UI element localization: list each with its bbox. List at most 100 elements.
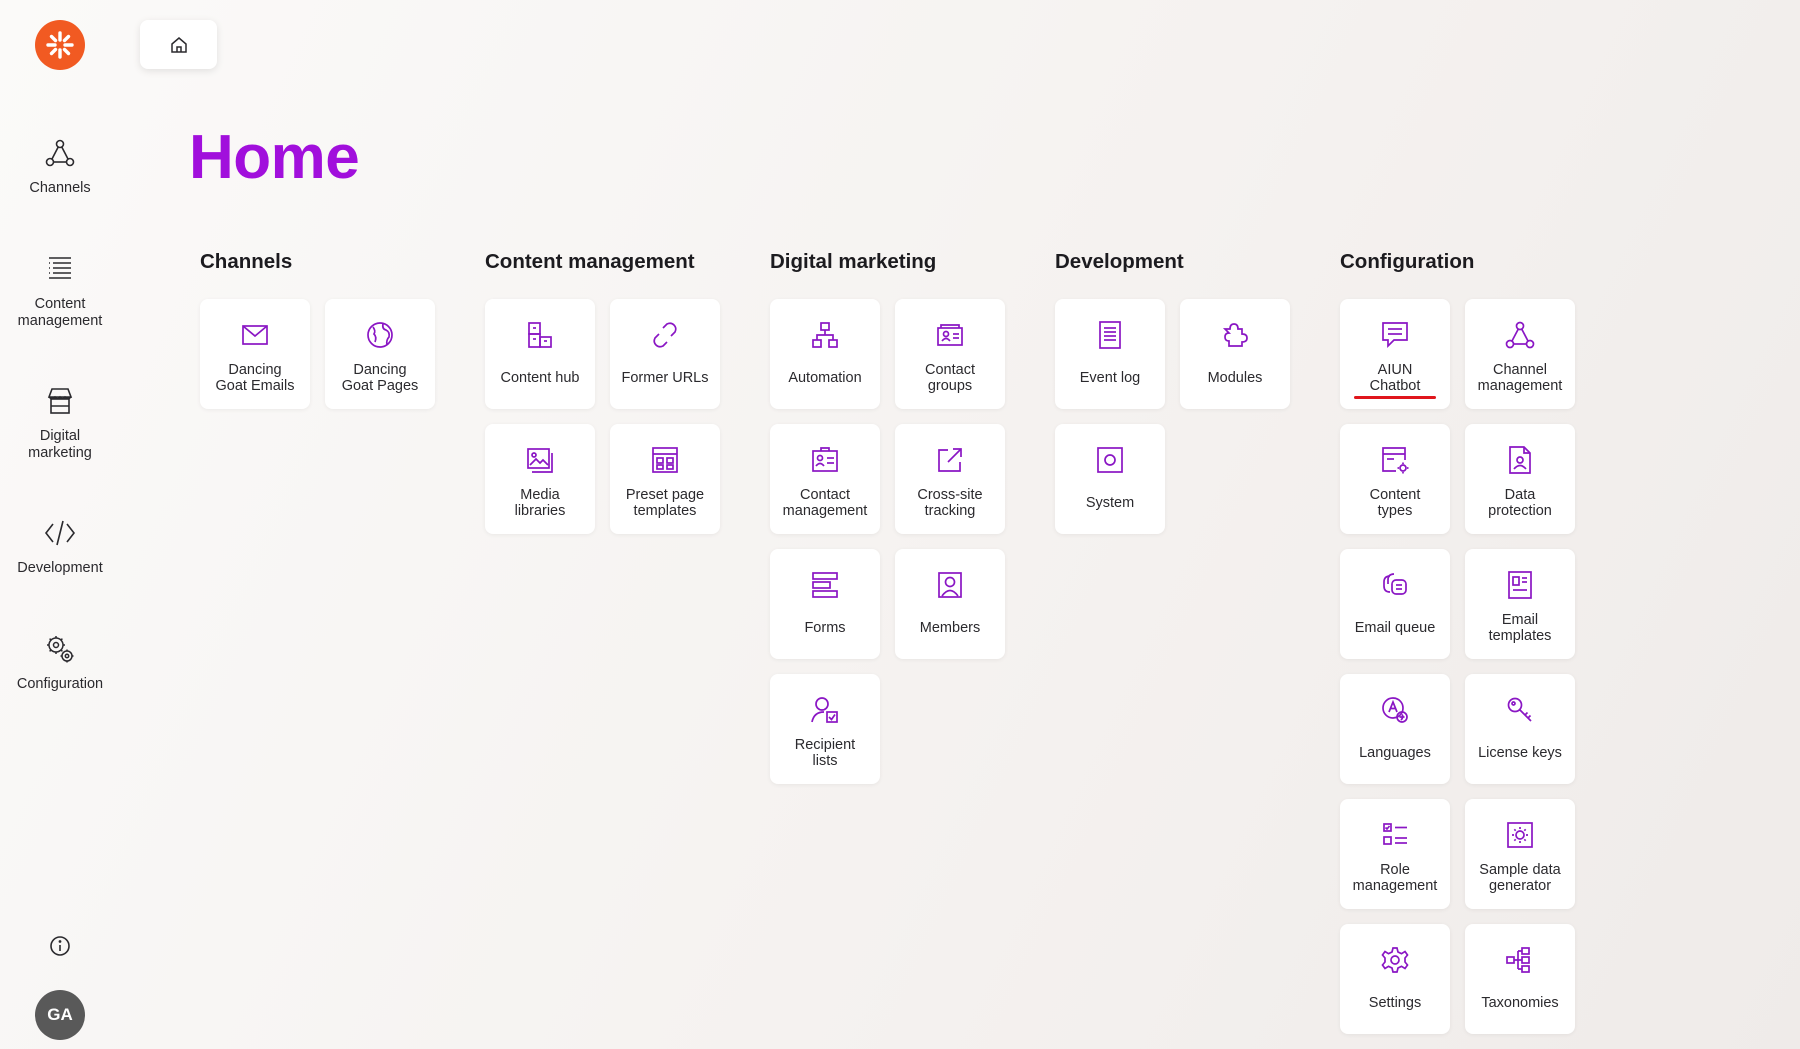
- tile-label: Modules: [1207, 370, 1263, 386]
- form-icon: [809, 569, 841, 601]
- sidebar-item-digital-marketing[interactable]: Digital marketing: [0, 384, 120, 462]
- tile-content-hub[interactable]: Content hub: [485, 299, 595, 409]
- document-list-icon: [1094, 319, 1126, 351]
- tile-label: Sample data generator: [1479, 862, 1561, 894]
- info-icon[interactable]: [47, 933, 73, 959]
- sidebar-item-development[interactable]: Development: [0, 516, 120, 577]
- tile-contact-management[interactable]: Contact management: [770, 424, 880, 534]
- content-management-icon: [43, 252, 77, 286]
- tile-dancing-goat-pages[interactable]: Dancing Goat Pages: [325, 299, 435, 409]
- section-title: Channels: [200, 250, 293, 273]
- contact-card-icon: [809, 444, 841, 476]
- sidebar: Channels Content management Digital mark…: [0, 0, 120, 1049]
- home-button[interactable]: [140, 20, 217, 69]
- tile-email-queue[interactable]: Email queue: [1340, 549, 1450, 659]
- tile-label: Email templates: [1488, 612, 1552, 644]
- layout-icon: [649, 444, 681, 476]
- tile-label: Preset page templates: [625, 487, 705, 519]
- member-icon: [934, 569, 966, 601]
- chat-bubble-icon: [1379, 319, 1411, 351]
- sidebar-item-label: Channels: [29, 180, 91, 196]
- boxes-icon: [524, 319, 556, 351]
- tile-modules[interactable]: Modules: [1180, 299, 1290, 409]
- tile-role-management[interactable]: Role management: [1340, 799, 1450, 909]
- hierarchy-icon: [1504, 944, 1536, 976]
- tile-label: Contact management: [782, 487, 868, 519]
- gear-icon: [1379, 944, 1411, 976]
- tile-license-keys[interactable]: License keys: [1465, 674, 1575, 784]
- content-type-icon: [1379, 444, 1411, 476]
- tile-taxonomies[interactable]: Taxonomies: [1465, 924, 1575, 1034]
- sidebar-item-channels[interactable]: Channels: [0, 136, 120, 197]
- sidebar-item-label: Configuration: [16, 676, 104, 692]
- gears-icon: [43, 632, 77, 666]
- tile-media-libraries[interactable]: Media libraries: [485, 424, 595, 534]
- sidebar-item-label: Digital marketing: [28, 428, 92, 461]
- home-icon: [169, 35, 189, 55]
- tile-label: Event log: [1079, 370, 1141, 386]
- tile-label: License keys: [1478, 745, 1562, 761]
- tile-label: Content types: [1369, 487, 1421, 519]
- tile-label: Forms: [804, 620, 846, 636]
- tile-system[interactable]: System: [1055, 424, 1165, 534]
- tile-contact-groups[interactable]: Contact groups: [895, 299, 1005, 409]
- envelope-icon: [239, 319, 271, 351]
- tile-event-log[interactable]: Event log: [1055, 299, 1165, 409]
- page-title: Home: [189, 123, 360, 192]
- tile-label: Content hub: [500, 370, 580, 386]
- tile-content-types[interactable]: Content types: [1340, 424, 1450, 534]
- tile-aiun-chatbot[interactable]: AIUN Chatbot: [1340, 299, 1450, 409]
- user-check-icon: [809, 694, 841, 726]
- tile-label: Email queue: [1354, 620, 1436, 636]
- key-icon: [1504, 694, 1536, 726]
- tile-automation[interactable]: Automation: [770, 299, 880, 409]
- section-development: Development Event log Modules System: [1055, 250, 1290, 534]
- tile-channel-management[interactable]: Channel management: [1465, 299, 1575, 409]
- avatar[interactable]: GA: [35, 990, 85, 1040]
- sidebar-item-configuration[interactable]: Configuration: [0, 632, 120, 693]
- section-title: Content management: [485, 250, 695, 273]
- channels-icon: [43, 136, 77, 170]
- tile-dancing-goat-emails[interactable]: Dancing Goat Emails: [200, 299, 310, 409]
- sidebar-item-content-management[interactable]: Content management: [0, 252, 120, 330]
- sidebar-item-label: Content management: [17, 296, 103, 329]
- puzzle-icon: [1219, 319, 1251, 351]
- tile-label: Recipient lists: [794, 737, 856, 769]
- section-title: Development: [1055, 250, 1184, 273]
- section-title: Digital marketing: [770, 250, 937, 273]
- section-configuration: Configuration AIUN Chatbot Channel manag…: [1340, 250, 1575, 1034]
- email-template-icon: [1504, 569, 1536, 601]
- tile-cross-site-tracking[interactable]: Cross-site tracking: [895, 424, 1005, 534]
- tile-label: Media libraries: [514, 487, 566, 519]
- flowchart-icon: [809, 319, 841, 351]
- section-digital-marketing: Digital marketing Automation Contact gro…: [770, 250, 1005, 784]
- tile-label: Channel management: [1477, 362, 1563, 394]
- role-list-icon: [1379, 819, 1411, 851]
- tile-data-protection[interactable]: Data protection: [1465, 424, 1575, 534]
- tile-former-urls[interactable]: Former URLs: [610, 299, 720, 409]
- system-icon: [1094, 444, 1126, 476]
- tile-label: Role management: [1352, 862, 1438, 894]
- email-queue-icon: [1379, 569, 1411, 601]
- tile-members[interactable]: Members: [895, 549, 1005, 659]
- tile-email-templates[interactable]: Email templates: [1465, 549, 1575, 659]
- kentico-logo-icon[interactable]: [35, 20, 85, 70]
- tile-forms[interactable]: Forms: [770, 549, 880, 659]
- tile-label: Automation: [788, 370, 862, 386]
- tile-label: Former URLs: [621, 370, 709, 386]
- tile-label: Cross-site tracking: [917, 487, 983, 519]
- highlight-underline: [1354, 396, 1436, 399]
- tile-settings[interactable]: Settings: [1340, 924, 1450, 1034]
- tile-preset-page-templates[interactable]: Preset page templates: [610, 424, 720, 534]
- code-icon: [43, 516, 77, 550]
- globe-icon: [364, 319, 396, 351]
- section-content-management: Content management Content hub Former UR…: [485, 250, 720, 534]
- section-channels: Channels Dancing Goat Emails Dancing Goa…: [200, 250, 435, 409]
- chain-link-icon: [649, 319, 681, 351]
- sample-data-icon: [1504, 819, 1536, 851]
- tile-sample-data-generator[interactable]: Sample data generator: [1465, 799, 1575, 909]
- tile-recipient-lists[interactable]: Recipient lists: [770, 674, 880, 784]
- tile-languages[interactable]: Languages: [1340, 674, 1450, 784]
- tile-label: Data protection: [1488, 487, 1552, 519]
- tile-label: Settings: [1368, 995, 1422, 1011]
